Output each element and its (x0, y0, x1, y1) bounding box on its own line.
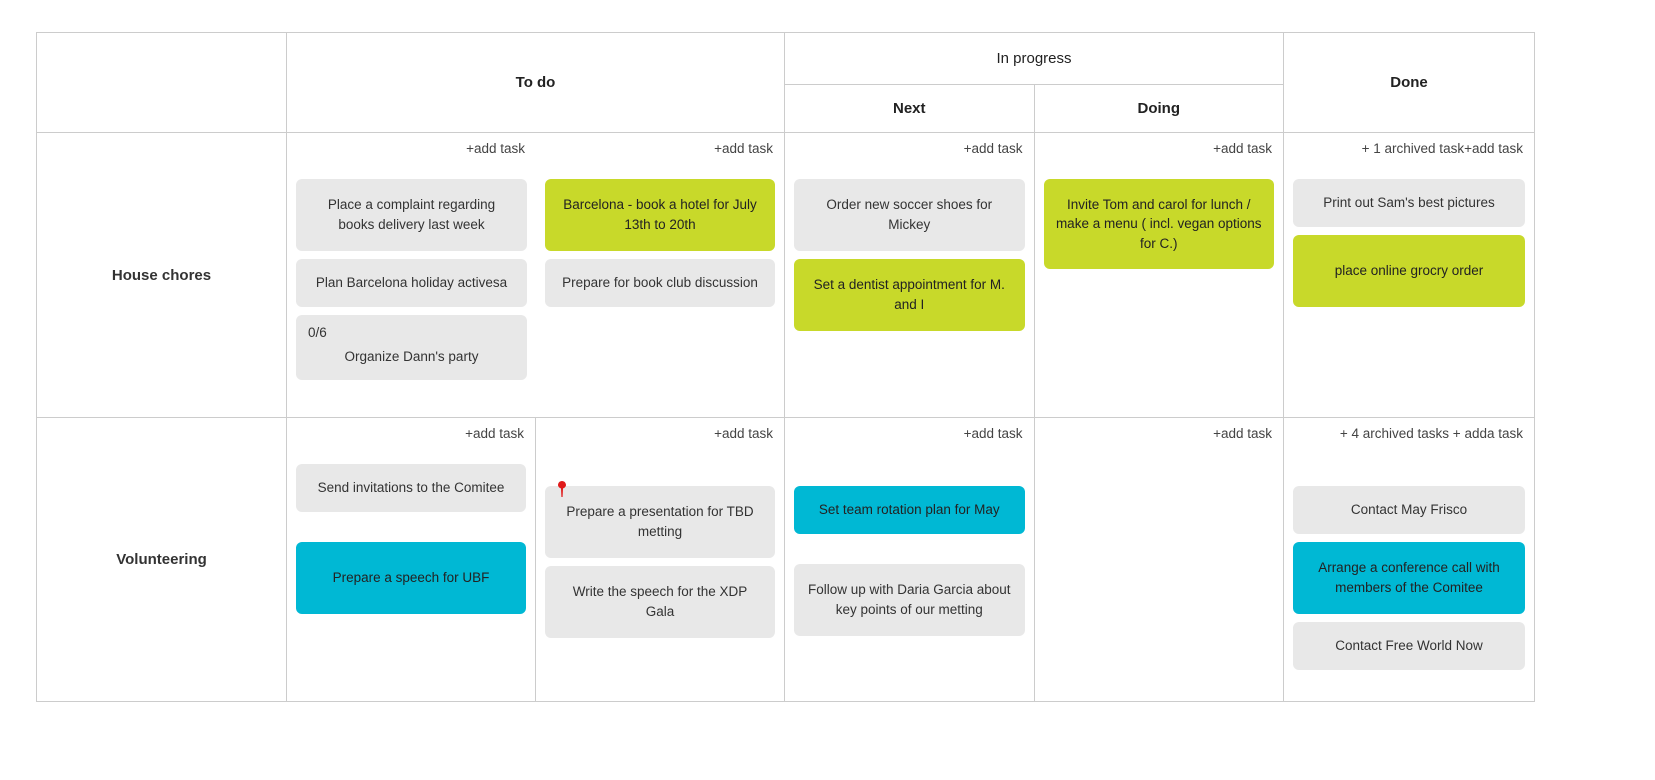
swimlane-columns: +add task Place a complaint regarding bo… (287, 133, 1534, 417)
card-list: Place a complaint regarding books delive… (296, 161, 527, 417)
task-card-title: Prepare a speech for UBF (332, 570, 490, 586)
task-card-title: Set team rotation plan for May (818, 502, 1000, 518)
task-card[interactable]: 0/6 Organize Dann's party (296, 315, 527, 381)
cell-volunteering-doing: +add task (1035, 418, 1284, 701)
task-card[interactable]: Barcelona - book a hotel for July 13th t… (545, 179, 775, 251)
add-task-button[interactable]: +add task (466, 141, 525, 156)
task-card-title: Follow up with Daria Garcia about key po… (807, 582, 1011, 617)
archived-tasks-button[interactable]: + 1 archived task (1362, 141, 1464, 156)
swimlane-columns: +add task Send invitations to the Comite… (287, 418, 1534, 701)
column-header-done[interactable]: Done (1284, 33, 1534, 132)
card-list: Order new soccer shoes for Mickey Set a … (794, 161, 1025, 417)
archived-tasks-button[interactable]: + 4 archived tasks + add (1340, 426, 1487, 441)
cell-actions: +add task (1044, 133, 1275, 161)
task-card-title: place online grocry order (1334, 263, 1484, 279)
task-card-title: Arrange a conference call with members o… (1318, 560, 1500, 595)
task-card[interactable]: Set a dentist appointment for M. and I (794, 259, 1025, 331)
in-progress-subcolumns: Next Doing (785, 85, 1283, 132)
header-corner-cell (37, 33, 287, 132)
cell-actions: +add task (794, 133, 1025, 161)
checklist-progress-badge: 0/6 (308, 325, 327, 340)
cell-house-chores-doing: +add task Invite Tom and carol for lunch… (1035, 133, 1284, 417)
task-card-title: Prepare a presentation for TBD metting (566, 504, 754, 539)
task-card[interactable]: Follow up with Daria Garcia about key po… (794, 564, 1025, 636)
cell-volunteering-next: +add task Set team rotation plan for May… (785, 418, 1035, 701)
task-card-title: Invite Tom and carol for lunch / make a … (1055, 196, 1262, 251)
column-header-todo[interactable]: To do (287, 33, 785, 132)
card-list (1044, 446, 1275, 701)
cell-house-chores-todo-right: +add task Barcelona - book a hotel for J… (536, 133, 785, 417)
swimlane-volunteering: Volunteering +add task Send invitations … (37, 418, 1534, 701)
cell-actions: +add task (794, 418, 1025, 446)
add-task-button[interactable]: +add task (465, 426, 524, 441)
cell-actions: +add task (296, 418, 526, 446)
column-header-doing[interactable]: Doing (1035, 85, 1284, 132)
swimlane-label-house-chores: House chores (37, 133, 287, 417)
task-card[interactable]: Place a complaint regarding books delive… (296, 179, 527, 251)
cell-volunteering-todo-right: +add task Prepare a presentation for TBD… (536, 418, 785, 701)
cell-actions: + 1 archived task+add task (1293, 133, 1525, 161)
card-list: Contact May Frisco Arrange a conference … (1293, 446, 1525, 701)
task-card[interactable]: Prepare a speech for UBF (296, 542, 526, 614)
add-task-button[interactable]: +add task (1464, 141, 1523, 156)
card-list: Prepare a presentation for TBD metting W… (545, 446, 775, 701)
card-list: Print out Sam's best pictures place onli… (1293, 161, 1525, 417)
swimlane-label-volunteering: Volunteering (37, 418, 287, 701)
add-task-button[interactable]: +add task (964, 426, 1023, 441)
task-card-title: Plan Barcelona holiday activesa (315, 275, 508, 291)
task-card-title: Contact Free World Now (1335, 638, 1483, 654)
cell-house-chores-todo-left: +add task Place a complaint regarding bo… (287, 133, 536, 417)
task-card-title: Order new soccer shoes for Mickey (826, 197, 993, 232)
column-header-next[interactable]: Next (785, 85, 1035, 132)
cell-house-chores-next: +add task Order new soccer shoes for Mic… (785, 133, 1035, 417)
add-task-button[interactable]: +add task (714, 141, 773, 156)
task-card-title: Barcelona - book a hotel for July 13th t… (563, 197, 757, 232)
task-card[interactable]: Plan Barcelona holiday activesa (296, 259, 527, 307)
swimlane-house-chores: House chores +add task Place a complaint… (37, 133, 1534, 418)
task-card-title: Write the speech for the XDP Gala (572, 584, 748, 619)
task-card[interactable]: Invite Tom and carol for lunch / make a … (1043, 179, 1274, 269)
add-task-button[interactable]: +add task (1213, 141, 1272, 156)
cell-actions: +add task (545, 418, 775, 446)
task-card[interactable]: Prepare a presentation for TBD metting (545, 481, 775, 558)
task-card-title: Organize Dann's party (344, 348, 479, 364)
add-task-button[interactable]: a task (1487, 426, 1523, 441)
task-card[interactable]: Print out Sam's best pictures (1293, 179, 1525, 227)
task-card[interactable]: Send invitations to the Comitee (296, 464, 526, 512)
column-header-in-progress[interactable]: In progress (785, 33, 1283, 85)
task-card[interactable]: Order new soccer shoes for Mickey (794, 179, 1025, 251)
add-task-button[interactable]: +add task (1213, 426, 1272, 441)
add-task-button[interactable]: +add task (714, 426, 773, 441)
task-card-title: Print out Sam's best pictures (1323, 195, 1495, 211)
cell-house-chores-done: + 1 archived task+add task Print out Sam… (1284, 133, 1534, 417)
task-card[interactable]: Arrange a conference call with members o… (1293, 542, 1525, 614)
column-header-in-progress-group: In progress Next Doing (785, 33, 1284, 132)
task-card[interactable]: Contact Free World Now (1293, 622, 1525, 670)
kanban-board: To do In progress Next Doing Done House … (36, 32, 1535, 702)
cell-actions: +add task (545, 133, 775, 161)
task-card[interactable]: place online grocry order (1293, 235, 1525, 307)
card-list: Set team rotation plan for May Follow up… (794, 446, 1025, 701)
cell-actions: +add task (1044, 418, 1275, 446)
pin-icon (557, 481, 567, 497)
task-card[interactable]: Write the speech for the XDP Gala (545, 566, 775, 638)
cell-volunteering-done: + 4 archived tasks + adda task Contact M… (1284, 418, 1534, 701)
task-card-title: Place a complaint regarding books delive… (327, 197, 496, 232)
task-card-title: Send invitations to the Comitee (317, 480, 505, 496)
card-list: Barcelona - book a hotel for July 13th t… (545, 161, 775, 417)
task-card-title: Set a dentist appointment for M. and I (813, 277, 1005, 312)
cell-volunteering-todo-left: +add task Send invitations to the Comite… (287, 418, 536, 701)
add-task-button[interactable]: +add task (964, 141, 1023, 156)
board-header-row: To do In progress Next Doing Done (37, 33, 1534, 133)
cell-actions: + 4 archived tasks + adda task (1293, 418, 1525, 446)
card-list: Invite Tom and carol for lunch / make a … (1043, 161, 1274, 417)
card-list: Send invitations to the Comitee Prepare … (296, 446, 526, 701)
task-card[interactable]: Prepare for book club discussion (545, 259, 775, 307)
task-card-title: Prepare for book club discussion (562, 275, 758, 291)
task-card[interactable]: Contact May Frisco (1293, 486, 1525, 534)
cell-actions: +add task (296, 133, 527, 161)
task-card-title: Contact May Frisco (1350, 502, 1468, 518)
task-card[interactable]: Set team rotation plan for May (794, 486, 1025, 534)
